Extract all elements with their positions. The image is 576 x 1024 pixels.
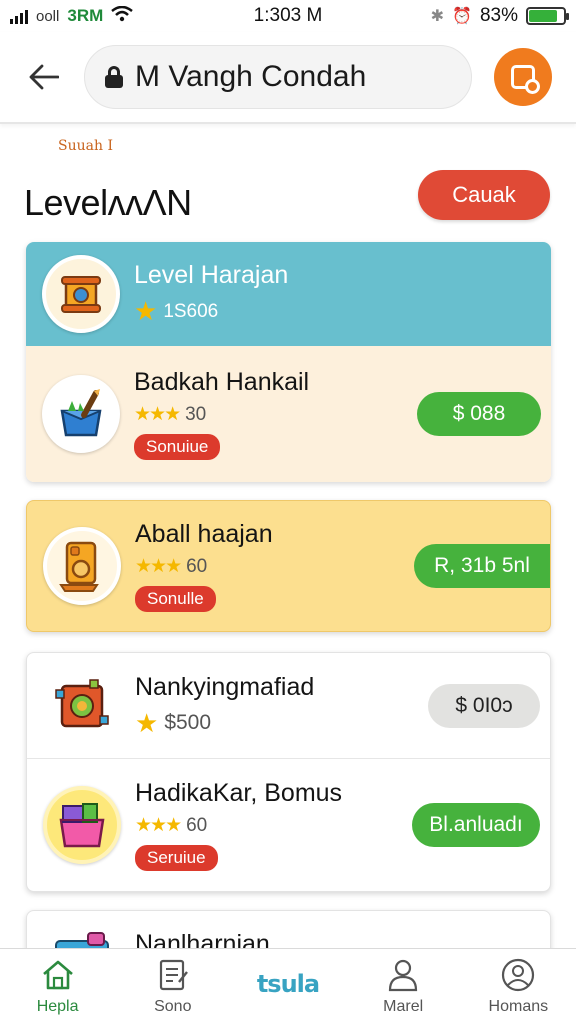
arrow-left-icon (29, 64, 59, 90)
header: M Vangh Condah (0, 32, 576, 124)
bluetooth-icon: ✱ (430, 8, 445, 25)
section-action-button[interactable]: Cauak (418, 170, 550, 220)
list-item[interactable]: Aball haajan ★★★ 60 Sonulle R, 31b 5nl (27, 501, 550, 631)
status-badge: Sonuiue (134, 434, 221, 460)
list-item[interactable]: HadikaKar, Bomus ★★★ 60 Seruiue Bl.anlua… (27, 759, 550, 891)
card-group: Aball haajan ★★★ 60 Sonulle R, 31b 5nl (26, 500, 551, 632)
package-icon (511, 65, 540, 94)
status-badge: Seruiue (135, 845, 218, 871)
item-info: HadikaKar, Bomus ★★★ 60 Seruiue (135, 779, 342, 871)
status-right: ✱ ⏰ 83% (430, 5, 569, 27)
item-info: Aball haajan ★★★ 60 Sonulle (135, 520, 273, 612)
nav-item-brand[interactable]: tsula (233, 970, 343, 998)
item-rating: 1S606 (163, 300, 219, 322)
status-bar: ooll 3RM 1:303 M ✱ ⏰ 83% (0, 0, 576, 32)
speaker-icon (43, 527, 121, 605)
section-kicker: Suuah I (58, 138, 113, 154)
nav-label: Hepla (36, 997, 79, 1015)
item-info: Level Harajan ★ 1S606 (134, 261, 288, 327)
star-icon: ★ (135, 707, 159, 738)
item-rating: 30 (185, 403, 207, 425)
item-meta: ★★★ 30 (134, 403, 309, 426)
carrier-name: 3RM (67, 6, 104, 25)
profile-icon (500, 958, 536, 992)
signal-icon (10, 8, 28, 24)
item-meta: ★ $500 (135, 708, 314, 739)
alarm-icon: ⏰ (452, 8, 472, 25)
item-info: Badkah Hankail ★★★ 30 Sonuiue (134, 368, 309, 460)
rating-stars-icon: ★★★ (134, 404, 181, 425)
price-button[interactable]: Bl.anluadı (412, 803, 540, 847)
frame-icon (43, 667, 121, 745)
status-time: 1:303 M (253, 5, 323, 26)
item-name: Badkah Hankail (134, 368, 310, 396)
item-info: Nankyingmafiad ★ $500 (135, 673, 314, 739)
search-bar[interactable]: M Vangh Condah (84, 45, 472, 109)
home-icon (40, 958, 76, 992)
nav-item-notes[interactable]: Sono (118, 958, 228, 1016)
price-button[interactable]: R, 31b 5nl (414, 544, 550, 588)
status-badge: Sonulle (135, 586, 216, 612)
nav-item-profile[interactable]: Homans (463, 958, 573, 1016)
person-icon (385, 958, 421, 992)
wifi-icon (111, 5, 134, 27)
nav-label: Marel (383, 997, 424, 1015)
nav-label: Sono (154, 997, 192, 1015)
price-button[interactable]: $ 088 (417, 392, 541, 436)
app-menu-button[interactable] (494, 48, 552, 106)
battery-icon (526, 7, 569, 25)
item-name: Nankyingmafiad (135, 672, 315, 701)
item-rating: 60 (186, 814, 208, 836)
card-group: Nankyingmafiad ★ $500 $ 0I0ɔ HadikaKar, … (26, 652, 551, 892)
battery-fill (529, 10, 558, 22)
brand-logo: tsula (256, 969, 320, 998)
item-name: Aball haajan (135, 520, 273, 548)
crate-icon (42, 375, 120, 453)
item-meta: ★★★ 60 (135, 555, 273, 578)
search-text: M Vangh Condah (135, 60, 367, 93)
section-title: LevelʌʌɅN (24, 182, 192, 223)
scroll-icon (42, 255, 120, 333)
item-name: Level Harajan (134, 261, 289, 289)
carrier-prefix: ooll (36, 7, 60, 25)
battery-percent: 83% (479, 5, 518, 26)
nav-label: Homans (488, 997, 549, 1015)
card-group: Level Harajan ★ 1S606 Badkah Hankail ★★★… (26, 242, 551, 482)
item-name: HadikaKar, Bomus (135, 779, 343, 807)
lock-icon (105, 66, 123, 88)
back-button[interactable] (24, 57, 64, 97)
price-button[interactable]: $ 0I0ɔ (428, 683, 540, 728)
item-rating: 60 (186, 555, 208, 577)
star-icon: ★ (134, 296, 158, 326)
notes-icon (155, 958, 191, 992)
rating-stars-icon: ★★★ (135, 556, 182, 577)
bottom-nav: Hepla Sono tsula Marel Homans (0, 948, 576, 1024)
list-item[interactable]: Nankyingmafiad ★ $500 $ 0I0ɔ (27, 653, 550, 759)
list-item[interactable]: Badkah Hankail ★★★ 30 Sonuiue $ 088 (26, 346, 551, 482)
item-meta: ★★★ 60 (135, 814, 342, 837)
list-item[interactable]: Level Harajan ★ 1S606 (26, 242, 551, 346)
gift-box-icon (43, 786, 121, 864)
nav-item-person[interactable]: Marel (348, 958, 458, 1016)
status-left: ooll 3RM (10, 5, 134, 27)
item-rating: $500 (164, 711, 212, 734)
nav-item-home[interactable]: Hepla (3, 958, 113, 1016)
rating-stars-icon: ★★★ (135, 815, 182, 836)
item-meta: ★ 1S606 (134, 296, 288, 327)
